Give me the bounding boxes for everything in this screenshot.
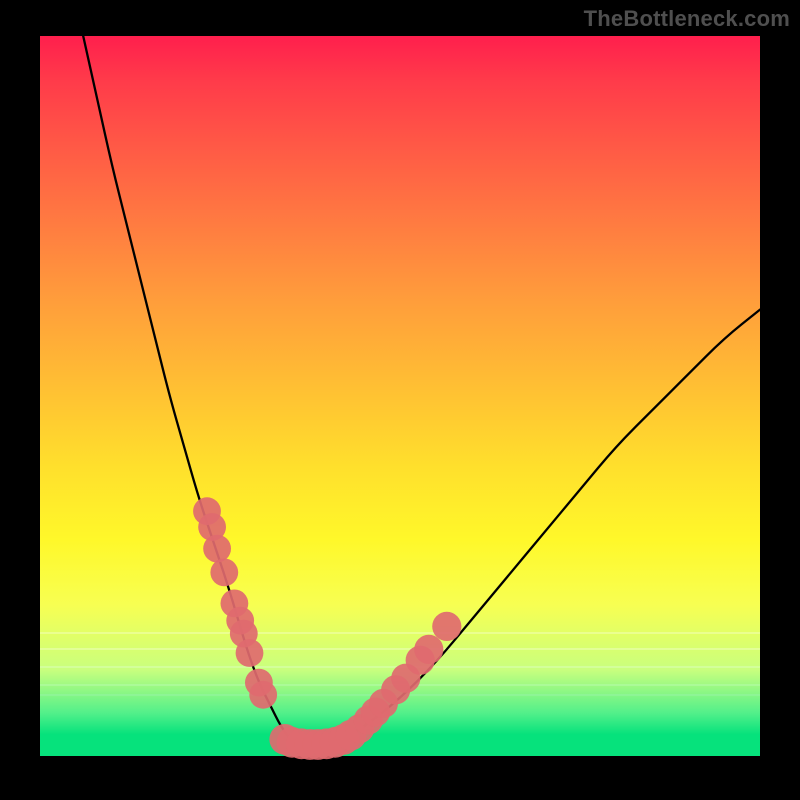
data-marker (432, 612, 461, 641)
data-marker (210, 559, 238, 587)
data-marker (203, 535, 231, 563)
curve-group (83, 36, 760, 742)
data-marker (236, 639, 264, 667)
curve-line (83, 36, 760, 742)
plot-area (40, 36, 760, 756)
marker-group (193, 497, 461, 760)
chart-frame: TheBottleneck.com (0, 0, 800, 800)
data-marker (414, 635, 443, 664)
watermark-text: TheBottleneck.com (584, 6, 790, 32)
chart-svg (40, 36, 760, 756)
data-marker (249, 681, 277, 709)
